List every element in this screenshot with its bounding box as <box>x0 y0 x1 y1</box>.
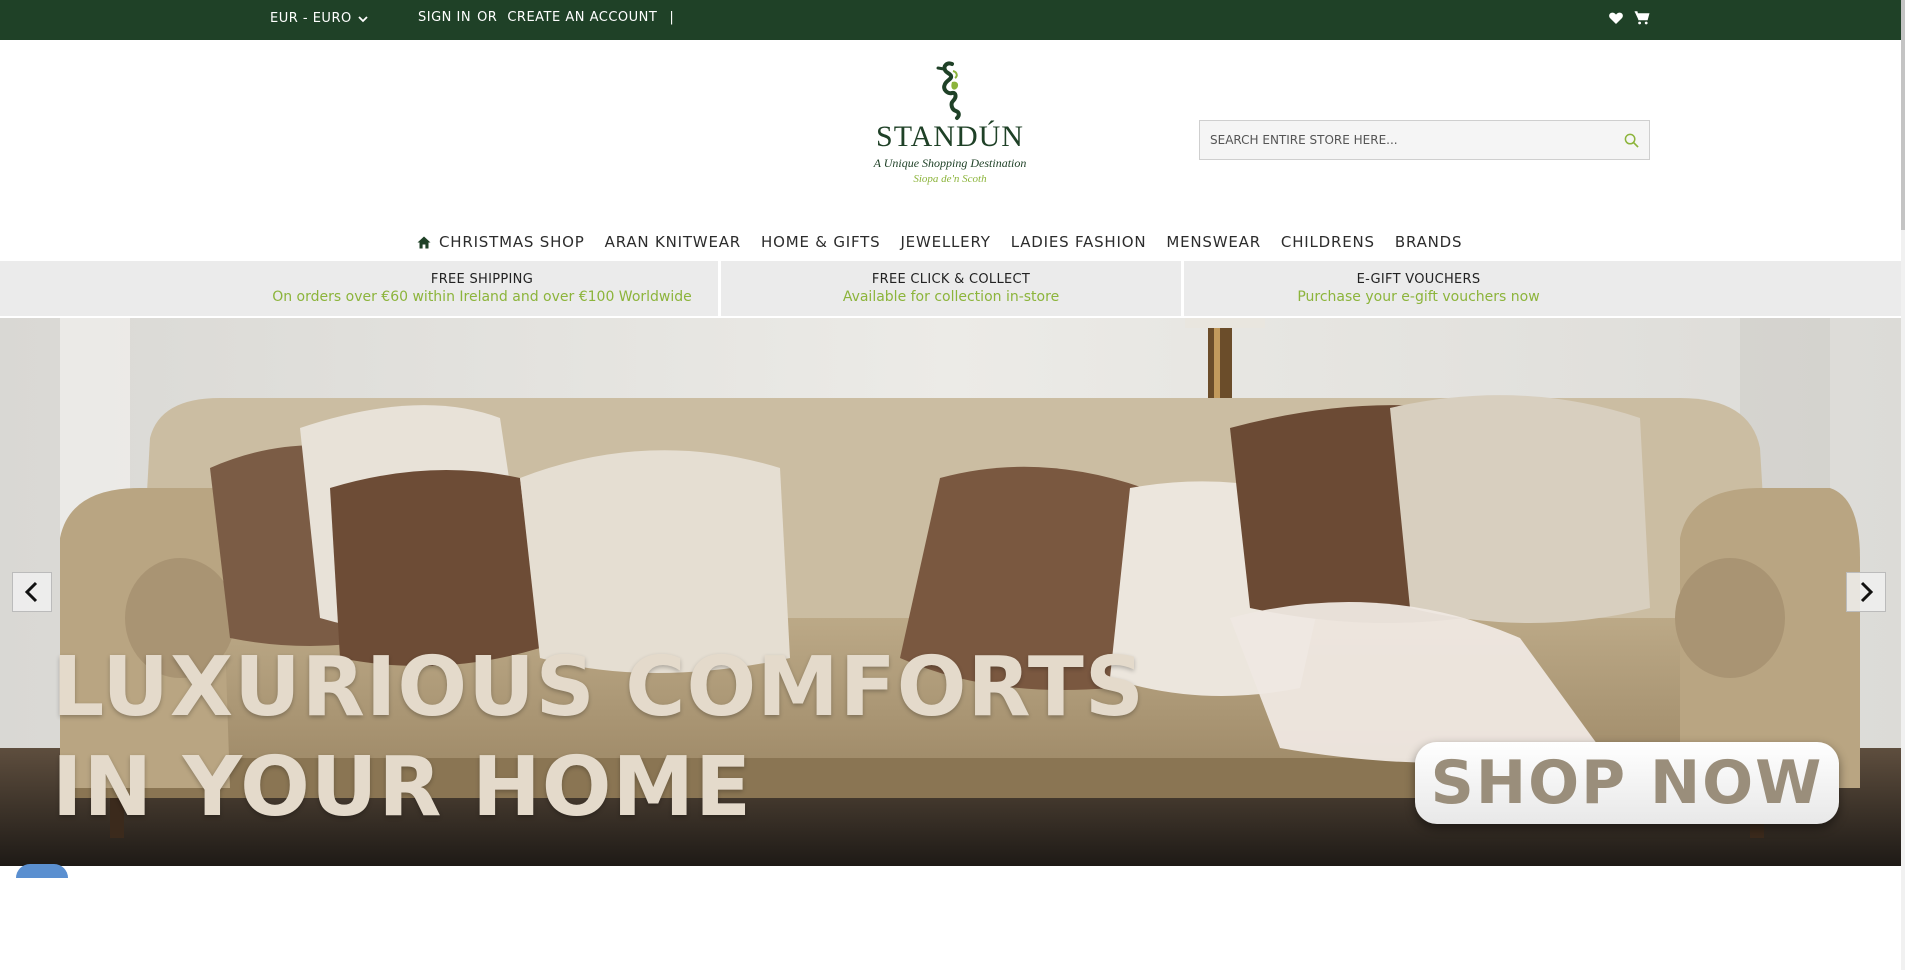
nav-item-menswear[interactable]: MENSWEAR <box>1166 233 1261 251</box>
scrollbar-thumb[interactable] <box>1901 0 1905 230</box>
usp-click-collect[interactable]: FREE CLICK & COLLECT Available for colle… <box>718 261 1181 316</box>
or-text: OR <box>477 10 498 25</box>
heart-icon[interactable] <box>1608 10 1624 26</box>
separator: | <box>669 10 675 25</box>
hero-headline: LUXURIOUS COMFORTS IN YOUR HOME <box>52 638 1145 838</box>
sign-in-link[interactable]: SIGN IN <box>418 10 471 25</box>
search-input[interactable] <box>1200 121 1613 159</box>
usp-text: Available for collection in-store <box>842 289 1060 305</box>
nav-item-ladies-fashion[interactable]: LADIES FASHION <box>1011 233 1147 251</box>
search-box <box>1199 120 1650 160</box>
usp-bar: FREE SHIPPING On orders over €60 within … <box>0 261 1901 316</box>
top-bar: EUR - EURO SIGN IN OR CREATE AN ACCOUNT … <box>0 0 1905 40</box>
nav-item-brands[interactable]: BRANDS <box>1395 233 1462 251</box>
usp-text: Purchase your e-gift vouchers now <box>1297 289 1540 305</box>
search-icon <box>1624 133 1639 148</box>
nav-label: MENSWEAR <box>1166 233 1261 251</box>
currency-switcher[interactable]: EUR - EURO <box>270 11 368 26</box>
usp-free-shipping[interactable]: FREE SHIPPING On orders over €60 within … <box>0 261 718 316</box>
cart-icon[interactable] <box>1634 10 1650 26</box>
chevron-right-icon <box>1860 581 1874 603</box>
carousel-next-button[interactable] <box>1846 572 1886 612</box>
site-logo[interactable]: STANDÚN A Unique Shopping Destination Si… <box>868 60 1032 185</box>
chat-widget-button[interactable] <box>16 864 68 878</box>
nav-item-christmas-shop[interactable]: CHRISTMAS SHOP <box>417 233 585 251</box>
hero-line-1: LUXURIOUS COMFORTS <box>52 640 1145 735</box>
page-scrollbar[interactable] <box>1901 0 1905 970</box>
nav-label: HOME & GIFTS <box>761 233 881 251</box>
brand-subtitle: Siopa de'n Scoth <box>913 173 987 185</box>
nav-label: BRANDS <box>1394 233 1463 251</box>
nav-label: CHILDRENS <box>1280 233 1375 251</box>
nav-label: JEWELLERY <box>900 233 991 251</box>
currency-label: EUR - EURO <box>270 11 352 26</box>
seahorse-logo-icon <box>936 61 961 120</box>
usp-gift-vouchers[interactable]: E-GIFT VOUCHERS Purchase your e-gift vou… <box>1181 261 1901 316</box>
nav-label: ARAN KNITWEAR <box>604 233 742 251</box>
main-nav: CHRISTMAS SHOP ARAN KNITWEAR HOME & GIFT… <box>417 230 1462 254</box>
usp-text: On orders over €60 within Ireland and ov… <box>272 289 692 305</box>
nav-label: CHRISTMAS SHOP <box>439 233 585 251</box>
nav-item-childrens[interactable]: CHILDRENS <box>1281 233 1375 251</box>
brand-name: STANDÚN <box>876 120 1024 153</box>
account-links: SIGN IN OR CREATE AN ACCOUNT | <box>418 10 674 25</box>
nav-item-home-gifts[interactable]: HOME & GIFTS <box>761 233 880 251</box>
hero-banner[interactable]: LUXURIOUS COMFORTS IN YOUR HOME SHOP NOW <box>0 318 1901 866</box>
nav-item-jewellery[interactable]: JEWELLERY <box>900 233 990 251</box>
brand-tagline: A Unique Shopping Destination <box>873 156 1027 170</box>
chevron-left-icon <box>24 581 38 603</box>
carousel-prev-button[interactable] <box>12 572 52 612</box>
nav-label: LADIES FASHION <box>1010 233 1147 251</box>
usp-title: E-GIFT VOUCHERS <box>1356 272 1481 287</box>
usp-title: FREE CLICK & COLLECT <box>871 272 1031 287</box>
chevron-down-icon <box>358 15 368 22</box>
usp-title: FREE SHIPPING <box>430 272 534 287</box>
top-icons <box>1608 10 1650 26</box>
home-icon <box>417 236 431 248</box>
nav-item-aran-knitwear[interactable]: ARAN KNITWEAR <box>605 233 741 251</box>
search-button[interactable] <box>1613 121 1649 159</box>
shop-now-button[interactable]: SHOP NOW <box>1415 742 1839 824</box>
create-account-link[interactable]: CREATE AN ACCOUNT <box>507 10 657 25</box>
hero-line-2: IN YOUR HOME <box>52 740 753 835</box>
